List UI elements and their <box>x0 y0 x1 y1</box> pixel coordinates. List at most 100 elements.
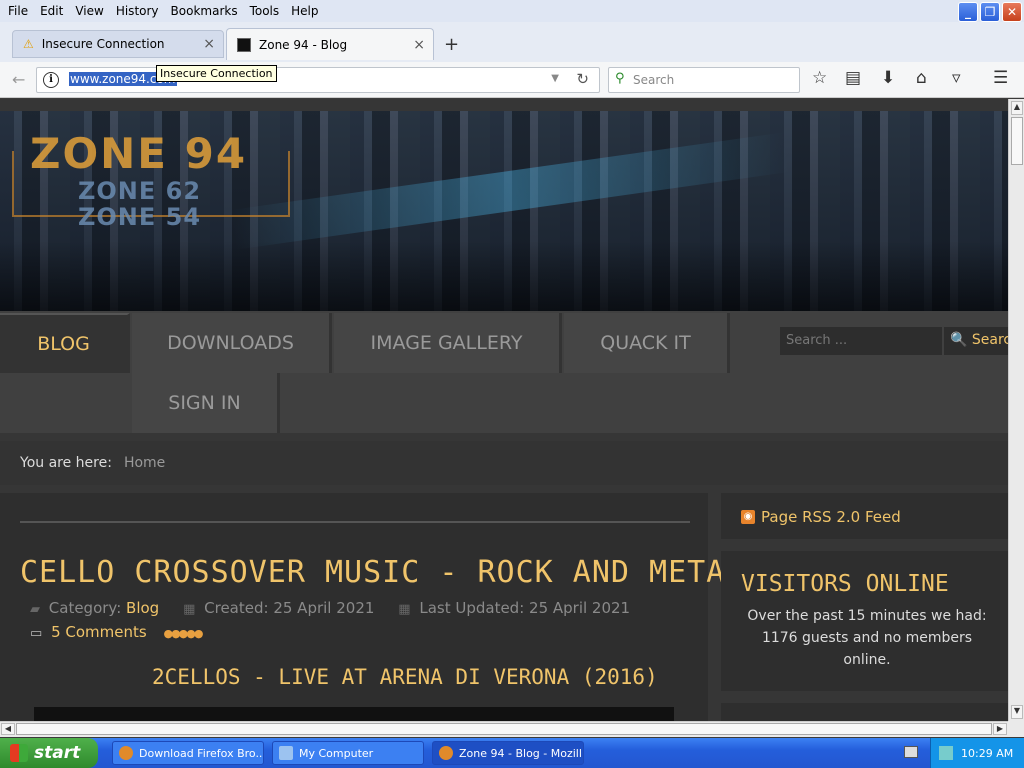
task-label: Zone 94 - Blog - Mozill... <box>459 746 584 760</box>
window-controls: _ ❐ ✕ <box>958 2 1022 22</box>
nav-blog[interactable]: BLOG <box>0 313 130 373</box>
article-meta: ▰ Category: Blog ▦ Created: 25 April 202… <box>30 599 630 617</box>
site-search-button[interactable]: 🔍 Search <box>944 327 1008 355</box>
article-subtitle: 2CELLOS - LIVE AT ARENA DI VERONA (2016) <box>152 665 658 689</box>
horizontal-scrollbar[interactable]: ◀ ▶ <box>0 721 1008 737</box>
url-bar[interactable]: i www.zone94.com ▼ ↻ <box>36 67 600 93</box>
menu-history[interactable]: History <box>110 4 165 18</box>
close-window-button[interactable]: ✕ <box>1002 2 1022 22</box>
reload-icon[interactable]: ↻ <box>576 70 589 88</box>
tab-close-icon[interactable]: × <box>413 37 425 53</box>
comment-icon: ▭ <box>30 626 43 641</box>
restore-button[interactable]: ❐ <box>980 2 1000 22</box>
menu-tools[interactable]: Tools <box>244 4 286 18</box>
menu-view[interactable]: View <box>69 4 109 18</box>
navigation-toolbar: ← i www.zone94.com ▼ ↻ ⚲ Search ☆ ▤ ⬇ ⌂ … <box>0 62 1024 98</box>
breadcrumb-home[interactable]: Home <box>124 455 165 471</box>
task-download-firefox[interactable]: Download Firefox Bro... <box>112 741 264 765</box>
new-tab-button[interactable]: + <box>444 34 459 55</box>
clock[interactable]: 10:29 AM <box>961 747 1013 760</box>
browser-search-input[interactable]: ⚲ Search <box>608 67 800 93</box>
nav-image-gallery[interactable]: IMAGE GALLERY <box>334 313 562 373</box>
folder-icon: ▰ <box>30 602 40 617</box>
menu-file[interactable]: File <box>2 4 34 18</box>
nav-downloads[interactable]: DOWNLOADS <box>132 313 332 373</box>
task-label: My Computer <box>299 746 374 760</box>
pocket-icon[interactable]: ▿ <box>952 68 961 88</box>
scroll-thumb[interactable] <box>16 723 992 735</box>
info-icon[interactable]: i <box>43 72 59 88</box>
url-dropdown-icon[interactable]: ▼ <box>551 73 559 84</box>
task-label: Download Firefox Bro... <box>139 746 264 760</box>
bookmark-star-icon[interactable]: ☆ <box>812 68 827 88</box>
visitors-module: VISITORS ONLINE Over the past 15 minutes… <box>721 551 1008 691</box>
task-zone94-blog[interactable]: Zone 94 - Blog - Mozill... <box>432 741 584 765</box>
breadcrumb-label: You are here: <box>20 455 112 471</box>
favicon-icon <box>237 37 251 52</box>
system-tray: 10:29 AM <box>930 738 1024 768</box>
nav-sign-in[interactable]: SIGN IN <box>132 373 280 433</box>
library-icon[interactable]: ▤ <box>845 68 861 88</box>
warning-icon: ⚠ <box>23 37 34 51</box>
start-label: start <box>34 743 81 763</box>
category-link[interactable]: Blog <box>126 599 159 617</box>
rss-module: ◉ Page RSS 2.0 Feed <box>721 493 1008 539</box>
scroll-up-icon[interactable]: ▲ <box>1011 101 1023 115</box>
calendar-icon: ▦ <box>183 602 196 617</box>
start-button[interactable]: start <box>0 738 98 768</box>
rss-feed-link[interactable]: Page RSS 2.0 Feed <box>761 508 901 526</box>
sidebar-module <box>721 703 1008 721</box>
scroll-down-icon[interactable]: ▼ <box>1011 705 1023 719</box>
minimize-button[interactable]: _ <box>958 2 978 22</box>
article-meta-secondary: ▭ 5 Comments ●●●●● <box>30 623 203 641</box>
search-icon: ⚲ <box>615 71 625 86</box>
logo-sub-zone62: ZONE 62 <box>78 177 202 205</box>
banner-light-trail <box>229 132 791 250</box>
menu-help[interactable]: Help <box>285 4 324 18</box>
firefox-icon <box>439 746 453 760</box>
task-my-computer[interactable]: My Computer <box>272 741 424 765</box>
nav-quack-it[interactable]: QUACK IT <box>564 313 730 373</box>
site-logo[interactable]: ZONE 94 <box>30 129 247 178</box>
tab-insecure-connection[interactable]: ⚠ Insecure Connection × <box>12 30 224 58</box>
visitors-text: Over the past 15 minutes we had: 1176 gu… <box>747 608 987 668</box>
site-search-input[interactable]: Search ... <box>780 327 942 355</box>
search-placeholder: Search <box>633 73 675 87</box>
windows-taskbar: start Download Firefox Bro... My Compute… <box>0 738 1024 768</box>
menu-edit[interactable]: Edit <box>34 4 69 18</box>
scroll-thumb[interactable] <box>1011 117 1023 165</box>
back-icon[interactable]: ← <box>12 70 25 89</box>
tab-title: Zone 94 - Blog <box>259 37 348 52</box>
page-viewport: ZONE 94 ZONE 62 ZONE 54 BLOG DOWNLOADS I… <box>0 99 1008 721</box>
rss-icon: ◉ <box>741 510 755 524</box>
rating-stars-icon[interactable]: ●●●●● <box>163 627 203 640</box>
article: CELLO CROSSOVER MUSIC - ROCK AND METAL ▰… <box>0 493 743 721</box>
network-icon[interactable] <box>939 746 953 760</box>
site-banner: ZONE 94 ZONE 62 ZONE 54 <box>0 111 1008 311</box>
windows-flag-icon <box>10 744 28 762</box>
menu-bar: File Edit View History Bookmarks Tools H… <box>0 0 1024 22</box>
firefox-icon <box>119 746 133 760</box>
tab-zone94-blog[interactable]: Zone 94 - Blog × <box>226 28 434 60</box>
video-embed[interactable] <box>34 707 674 721</box>
tab-close-icon[interactable]: × <box>203 36 215 52</box>
banner-shade <box>0 241 1008 311</box>
logo-sub-zone54: ZONE 54 <box>78 203 202 231</box>
created-date: Created: 25 April 2021 <box>204 599 375 617</box>
computer-icon <box>279 746 293 760</box>
updated-date: Last Updated: 25 April 2021 <box>419 599 631 617</box>
calendar-icon: ▦ <box>398 602 411 617</box>
scroll-right-icon[interactable]: ▶ <box>993 723 1007 735</box>
download-icon[interactable]: ⬇ <box>881 68 895 88</box>
scroll-left-icon[interactable]: ◀ <box>1 723 15 735</box>
hamburger-menu-icon[interactable]: ☰ <box>993 68 1008 88</box>
category-label: Category: <box>48 599 122 617</box>
home-icon[interactable]: ⌂ <box>916 68 927 88</box>
article-title[interactable]: CELLO CROSSOVER MUSIC - ROCK AND METAL <box>20 555 744 590</box>
insecure-tooltip: Insecure Connection <box>156 65 277 82</box>
keyboard-icon[interactable] <box>904 746 918 758</box>
menu-bookmarks[interactable]: Bookmarks <box>165 4 244 18</box>
comments-link[interactable]: 5 Comments <box>51 623 147 641</box>
vertical-scrollbar[interactable]: ▲ ▼ <box>1008 99 1024 721</box>
tab-title: Insecure Connection <box>41 37 165 51</box>
